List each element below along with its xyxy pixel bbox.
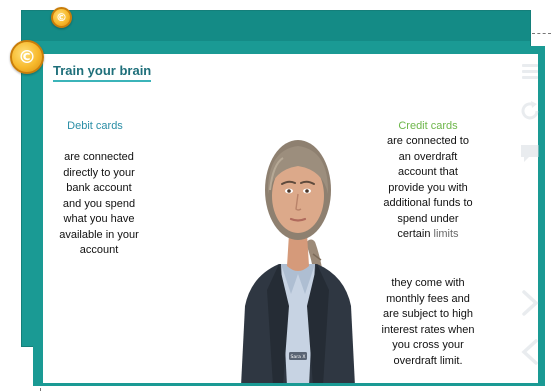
lesson-content: Train your brain Debit cards are connect… <box>43 54 538 383</box>
credit-cards-heading: Credit cards <box>398 120 458 132</box>
debit-cards-heading: Debit cards <box>67 120 123 132</box>
next-icon[interactable] <box>515 288 545 318</box>
lesson-window: Train your brain Debit cards are connect… <box>33 46 545 386</box>
credit-line-strong: certain <box>397 228 431 240</box>
credit-line: an overdraft <box>398 150 458 163</box>
debit-line: what you have <box>63 213 135 225</box>
debit-cards-text: are connected directly to your bank acco… <box>47 150 151 259</box>
credit-line: spend under <box>397 212 459 225</box>
coin-icon[interactable]: © <box>10 40 44 74</box>
name-badge: Sara X <box>290 354 305 360</box>
credit-cards-text: are connected to an overdraft account th… <box>365 134 491 243</box>
debit-line: are connected <box>64 151 134 163</box>
credit-fee-line: are subject to high <box>383 308 473 320</box>
debit-line: bank account <box>66 182 132 194</box>
credit-cards-fees-text: they come with monthly fees and are subj… <box>365 276 491 369</box>
credit-fee-line: you cross your <box>392 339 464 351</box>
dashed-guide-top <box>532 33 551 34</box>
page-title: Train your brain <box>53 63 152 82</box>
credit-fee-line: monthly fees and <box>386 292 470 305</box>
refresh-icon[interactable] <box>515 96 545 126</box>
credit-line: provide you with <box>388 181 468 194</box>
coin-icon[interactable]: © <box>51 7 72 28</box>
credit-line: additional funds to <box>383 197 473 209</box>
debit-line: and you spend <box>62 197 136 210</box>
previous-icon[interactable] <box>515 337 545 367</box>
debit-line: directly to your <box>63 166 135 179</box>
presenter-avatar: Sara X <box>241 140 355 383</box>
credit-line: are connected to <box>387 135 469 147</box>
chat-icon[interactable] <box>515 138 545 168</box>
debit-line: available in your <box>59 228 139 241</box>
screen: © Train your brain Debit cards are conne… <box>0 0 551 391</box>
credit-fee-line: overdraft limit. <box>393 354 463 367</box>
credit-line-rest: limits <box>430 228 459 240</box>
back-window-header <box>22 11 530 41</box>
credit-fee-line: interest rates when <box>381 323 475 336</box>
side-controls <box>515 52 551 382</box>
menu-icon[interactable] <box>515 56 545 86</box>
credit-fee-line: they come with <box>391 277 465 289</box>
credit-line: account that <box>398 166 458 178</box>
debit-line: account <box>79 244 119 256</box>
credit-line: certain limits <box>365 227 491 243</box>
